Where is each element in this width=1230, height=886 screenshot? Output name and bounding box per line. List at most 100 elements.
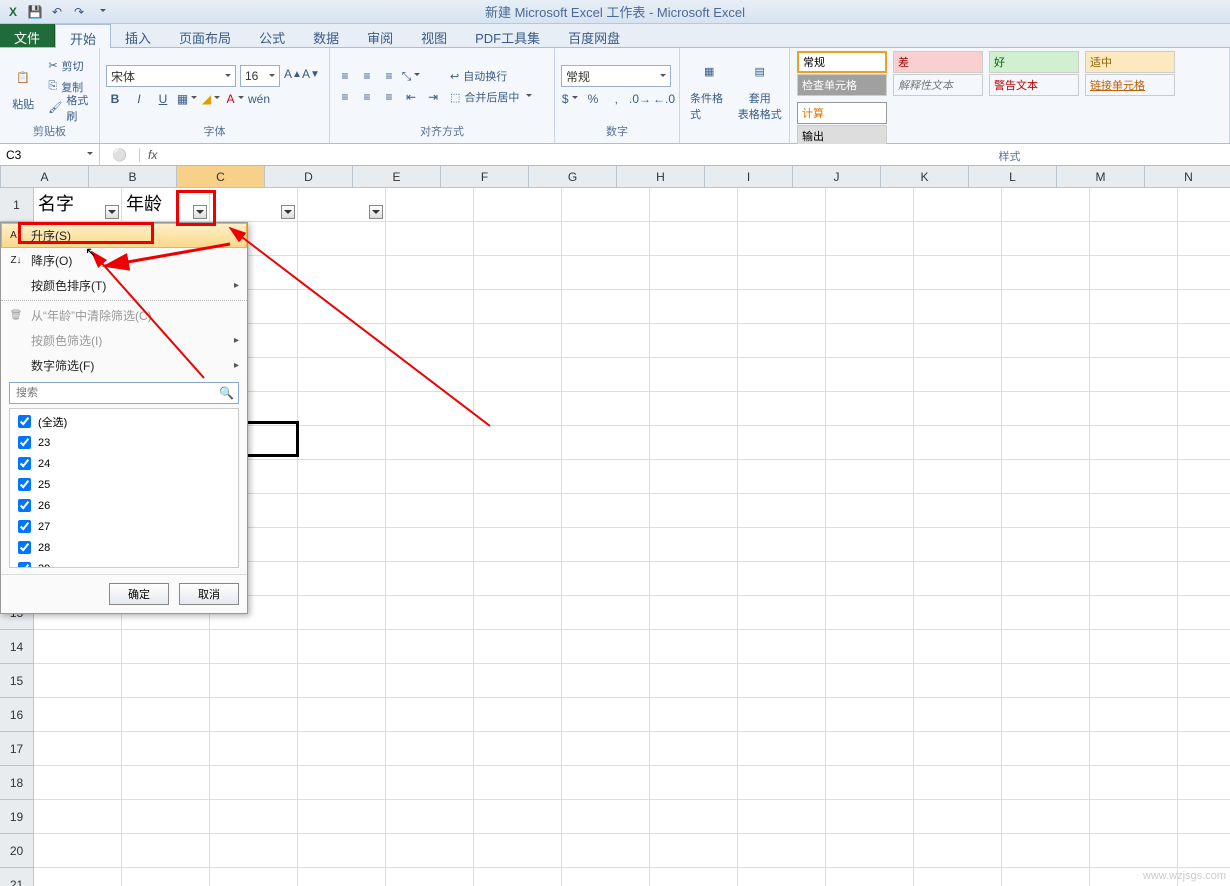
cell[interactable] [1002, 358, 1090, 392]
cell[interactable] [298, 324, 386, 358]
cancel-button[interactable]: 取消 [179, 583, 239, 605]
cell[interactable] [474, 460, 562, 494]
cell[interactable] [474, 834, 562, 868]
cell[interactable] [562, 698, 650, 732]
fx-icon[interactable]: fx [140, 148, 165, 162]
cell[interactable] [1090, 732, 1178, 766]
cell[interactable] [298, 494, 386, 528]
cell[interactable] [1178, 800, 1230, 834]
cell[interactable] [122, 868, 210, 886]
format-painter-button[interactable]: 🖌格式刷 [44, 97, 93, 118]
cell[interactable] [1090, 596, 1178, 630]
tab-review[interactable]: 审阅 [353, 24, 407, 47]
cell[interactable] [826, 460, 914, 494]
row-header[interactable]: 14 [0, 630, 34, 664]
style-linked-cell[interactable]: 链接单元格 [1085, 74, 1175, 96]
cell[interactable] [386, 188, 474, 222]
number-filters-item[interactable]: 数字筛选(F) [1, 353, 247, 378]
cell[interactable] [1002, 562, 1090, 596]
cell[interactable] [562, 460, 650, 494]
cell[interactable] [562, 188, 650, 222]
filter-value-list[interactable]: (全选) 2324252627282930 [9, 408, 239, 568]
cell[interactable] [650, 868, 738, 886]
cell[interactable] [298, 256, 386, 290]
cell[interactable] [210, 800, 298, 834]
cell[interactable] [298, 528, 386, 562]
conditional-formatting-button[interactable]: ▦条件格式 [686, 54, 733, 124]
cell[interactable] [1090, 358, 1178, 392]
cell[interactable] [826, 698, 914, 732]
cell[interactable] [562, 562, 650, 596]
cell[interactable] [474, 188, 562, 222]
cell[interactable] [386, 494, 474, 528]
cell[interactable] [826, 494, 914, 528]
cell[interactable] [738, 392, 826, 426]
cell[interactable] [1090, 630, 1178, 664]
cell[interactable] [1002, 732, 1090, 766]
bold-button[interactable]: B [106, 90, 124, 108]
cell[interactable] [474, 290, 562, 324]
cell[interactable] [914, 324, 1002, 358]
cell[interactable] [826, 528, 914, 562]
cell[interactable] [1090, 664, 1178, 698]
cell[interactable] [34, 868, 122, 886]
increase-decimal-icon[interactable]: .0→ [631, 90, 649, 108]
font-size-select[interactable]: 16 [240, 65, 280, 87]
cell[interactable] [1090, 494, 1178, 528]
tab-home[interactable]: 开始 [55, 24, 111, 48]
cell[interactable] [914, 868, 1002, 886]
paste-button[interactable]: 📋 粘贴 [6, 60, 40, 114]
cell[interactable] [738, 494, 826, 528]
cell[interactable] [386, 392, 474, 426]
file-tab[interactable]: 文件 [0, 24, 55, 47]
style-calculation[interactable]: 计算 [797, 102, 887, 124]
cell[interactable] [650, 460, 738, 494]
col-header-I[interactable]: I [705, 166, 793, 188]
format-as-table-button[interactable]: ▤套用 表格格式 [737, 54, 784, 124]
cell[interactable] [914, 256, 1002, 290]
cell[interactable] [1002, 528, 1090, 562]
style-bad[interactable]: 差 [893, 51, 983, 73]
borders-button[interactable]: ▦ [178, 90, 196, 108]
shrink-font-icon[interactable]: A▼ [302, 65, 320, 83]
cell[interactable] [1002, 256, 1090, 290]
cell[interactable] [562, 596, 650, 630]
cell[interactable] [210, 664, 298, 698]
cell[interactable] [298, 630, 386, 664]
cell[interactable] [122, 766, 210, 800]
col-header-K[interactable]: K [881, 166, 969, 188]
cell[interactable] [386, 358, 474, 392]
cell[interactable] [562, 358, 650, 392]
cell[interactable] [386, 596, 474, 630]
cell[interactable] [826, 426, 914, 460]
cell[interactable] [914, 460, 1002, 494]
cell[interactable] [650, 562, 738, 596]
cell[interactable] [210, 630, 298, 664]
cell[interactable] [34, 664, 122, 698]
cell[interactable] [826, 324, 914, 358]
cell[interactable] [1178, 324, 1230, 358]
tab-insert[interactable]: 插入 [111, 24, 165, 47]
cell[interactable] [1178, 596, 1230, 630]
cell[interactable] [1090, 528, 1178, 562]
cell[interactable] [386, 290, 474, 324]
undo-icon[interactable]: ↶ [48, 3, 66, 21]
cell[interactable] [386, 766, 474, 800]
cell[interactable] [914, 222, 1002, 256]
decrease-indent-icon[interactable]: ⇤ [402, 88, 420, 106]
cell[interactable] [386, 222, 474, 256]
cell[interactable] [914, 596, 1002, 630]
grow-font-icon[interactable]: A▲ [284, 65, 302, 83]
cell[interactable] [562, 664, 650, 698]
tab-view[interactable]: 视图 [407, 24, 461, 47]
cell[interactable] [914, 630, 1002, 664]
cell[interactable] [1090, 290, 1178, 324]
cell[interactable] [562, 868, 650, 886]
cell[interactable] [650, 324, 738, 358]
cell[interactable] [1090, 256, 1178, 290]
filter-dropdown-button[interactable] [281, 205, 295, 219]
cell[interactable] [738, 766, 826, 800]
cell[interactable] [1002, 290, 1090, 324]
cell[interactable] [738, 324, 826, 358]
col-header-B[interactable]: B [89, 166, 177, 188]
